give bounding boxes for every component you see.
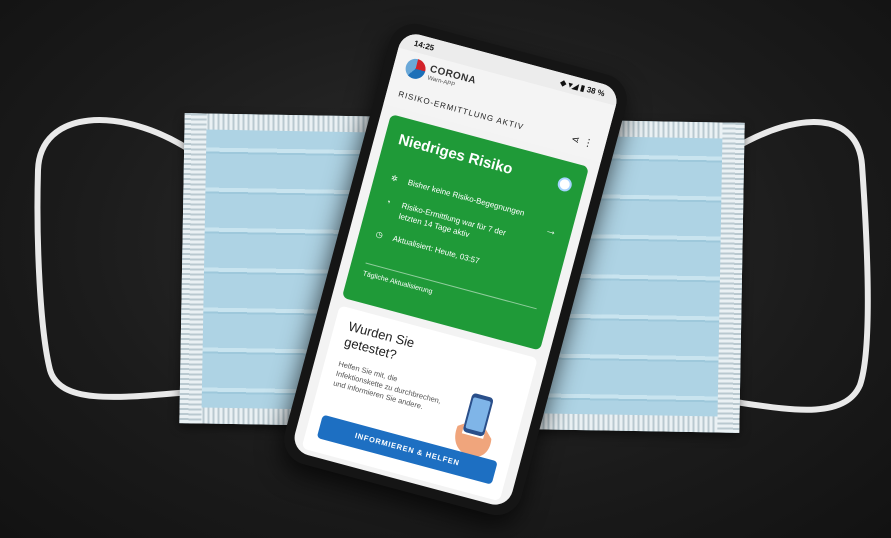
risk-card-divider [365,262,537,310]
mask-seam-left [179,113,207,424]
arrow-right-icon[interactable]: → [544,222,559,239]
risk-indicator-icon [556,175,574,193]
daily-update-label: Tägliche Aktualisierung [361,270,434,296]
virus-icon: ✲ [390,173,399,184]
status-time: 14:25 [413,38,436,53]
test-question: Wurden Sie getestet? [342,319,416,367]
clock-icon: ◷ [374,229,384,240]
smartphone: 14:25 ◆ ▾◢ ▮ 38 % CORONA Warn-APP RISIKO… [263,18,635,532]
photo-scene: 14:25 ◆ ▾◢ ▮ 38 % CORONA Warn-APP RISIKO… [0,0,891,538]
progress-circle-icon: ◔ [384,196,392,207]
corona-warn-app-logo [403,56,428,82]
share-icon[interactable]: ⋖ [570,134,581,147]
risk-card-title: Niedriges Risiko [396,131,515,179]
test-description: Helfen Sie mit, die Infektionskette zu d… [332,359,442,412]
phone-body: 14:25 ◆ ▾◢ ▮ 38 % CORONA Warn-APP RISIKO… [278,18,633,521]
phone-screen: 14:25 ◆ ▾◢ ▮ 38 % CORONA Warn-APP RISIKO… [290,30,621,509]
more-vert-icon[interactable]: ⋮ [582,137,595,150]
